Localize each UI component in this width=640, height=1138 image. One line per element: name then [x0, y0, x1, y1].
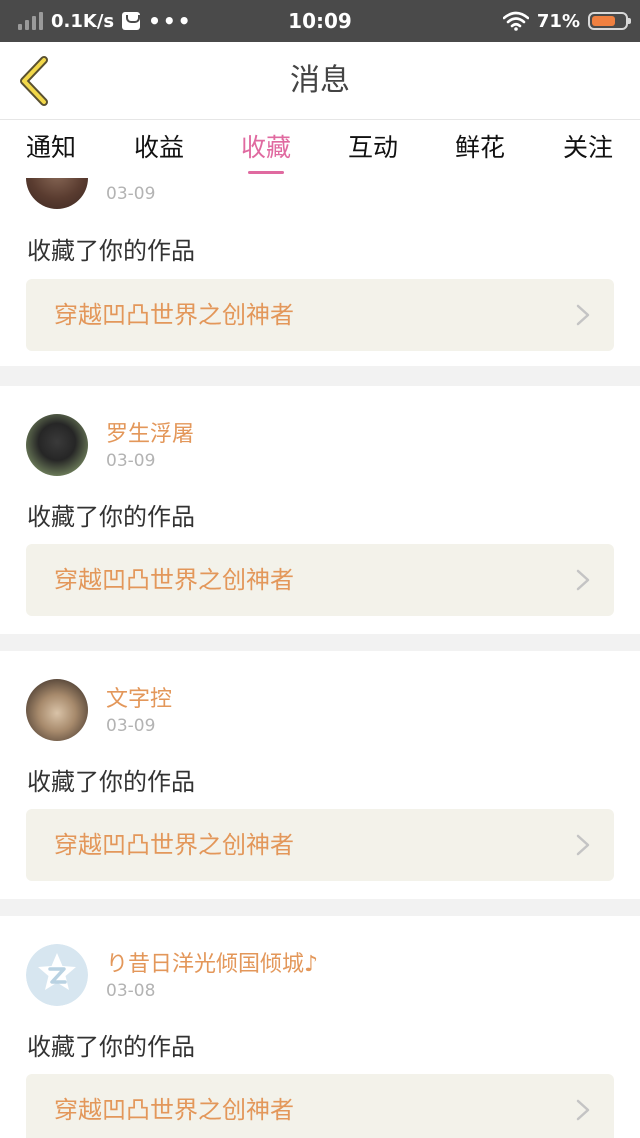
- page-title: 消息: [290, 63, 350, 98]
- default-avatar-icon[interactable]: [26, 944, 88, 1006]
- wifi-icon: [502, 11, 529, 31]
- status-bar: 0.1K/s ••• 10:09 71%: [0, 0, 640, 42]
- username[interactable]: り昔日洋光倾国倾城♪: [106, 946, 318, 978]
- work-title: 穿越凹凸世界之创神者: [54, 566, 294, 594]
- chevron-right-icon: [576, 304, 590, 326]
- tab-notifications[interactable]: 通知: [6, 120, 96, 178]
- list-item: 罗生浮屠 03-09 收藏了你的作品 穿越凹凸世界之创神者: [0, 386, 640, 634]
- list-item: 文字控 03-09 收藏了你的作品 穿越凹凸世界之创神者: [0, 651, 640, 899]
- tab-bar: 通知 收益 收藏 互动 鲜花 关注: [0, 120, 640, 178]
- date: 03-09: [106, 451, 156, 471]
- list-item: 03-09 收藏了你的作品 穿越凹凸世界之创神者: [0, 178, 640, 366]
- tab-earnings[interactable]: 收益: [114, 120, 204, 178]
- message-feed: 03-09 收藏了你的作品 穿越凹凸世界之创神者 罗生浮屠 03-09 收藏了你…: [0, 178, 640, 1138]
- work-title: 穿越凹凸世界之创神者: [54, 1096, 294, 1124]
- username[interactable]: 罗生浮屠: [106, 416, 194, 448]
- status-right: 71%: [502, 0, 631, 42]
- username[interactable]: 文字控: [106, 681, 172, 713]
- action-text: 收藏了你的作品: [27, 1033, 195, 1061]
- work-link[interactable]: 穿越凹凸世界之创神者: [26, 1074, 614, 1138]
- battery-icon: [588, 12, 631, 30]
- list-item: り昔日洋光倾国倾城♪ 03-08 收藏了你的作品 穿越凹凸世界之创神者: [0, 916, 640, 1138]
- date: 03-08: [106, 981, 156, 1001]
- battery-fill: [592, 16, 615, 26]
- work-link[interactable]: 穿越凹凸世界之创神者: [26, 544, 614, 616]
- work-link[interactable]: 穿越凹凸世界之创神者: [26, 809, 614, 881]
- action-text: 收藏了你的作品: [27, 503, 195, 531]
- chevron-right-icon: [576, 1099, 590, 1121]
- tab-favorites[interactable]: 收藏: [221, 120, 311, 178]
- avatar[interactable]: [26, 414, 88, 476]
- chevron-right-icon: [576, 569, 590, 591]
- work-link[interactable]: 穿越凹凸世界之创神者: [26, 279, 614, 351]
- header: 消息: [0, 42, 640, 120]
- avatar[interactable]: [26, 178, 88, 209]
- work-title: 穿越凹凸世界之创神者: [54, 301, 294, 329]
- tab-flowers[interactable]: 鲜花: [435, 120, 525, 178]
- action-text: 收藏了你的作品: [27, 237, 195, 265]
- chevron-right-icon: [576, 834, 590, 856]
- work-title: 穿越凹凸世界之创神者: [54, 831, 294, 859]
- tab-interactions[interactable]: 互动: [328, 120, 418, 178]
- date: 03-09: [106, 184, 156, 204]
- tab-follows[interactable]: 关注: [543, 120, 633, 178]
- date: 03-09: [106, 716, 156, 736]
- battery-percent: 71%: [536, 10, 580, 32]
- avatar[interactable]: [26, 679, 88, 741]
- action-text: 收藏了你的作品: [27, 768, 195, 796]
